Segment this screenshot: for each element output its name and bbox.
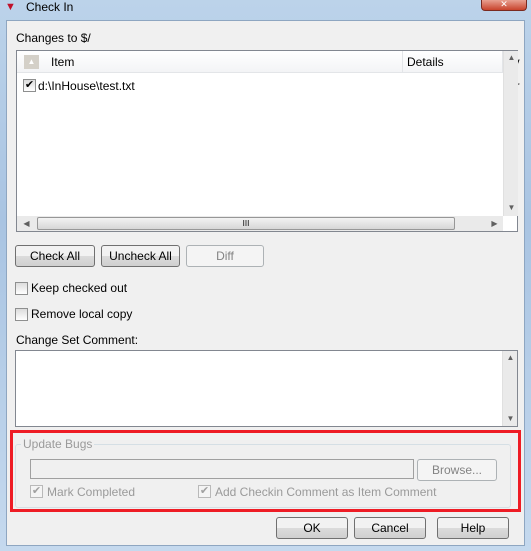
check-all-button[interactable]: Check All (15, 245, 95, 267)
update-bugs-title: Update Bugs (21, 437, 95, 451)
app-icon: ▼ (5, 1, 16, 13)
scroll-up-icon[interactable]: ▲ (504, 53, 519, 62)
item-path: d:\InHouse\test.txt (38, 79, 135, 93)
scroll-left-icon[interactable]: ◀ (19, 219, 34, 228)
comment-textarea[interactable]: ▲ ▼ (15, 350, 518, 427)
changes-label: Changes to $/ (16, 31, 91, 45)
comment-scrollbar[interactable]: ▲ ▼ (502, 351, 517, 426)
help-button[interactable]: Help (437, 517, 509, 539)
column-details[interactable]: Details (403, 51, 503, 73)
add-comment-checkbox[interactable]: ✔ (198, 485, 211, 498)
bugs-input[interactable] (30, 459, 414, 479)
mark-completed-label: Mark Completed (47, 485, 136, 499)
keep-checked-out-checkbox[interactable] (15, 282, 28, 295)
cancel-button[interactable]: Cancel (354, 517, 426, 539)
keep-checked-out-label: Keep checked out (31, 281, 128, 295)
scroll-right-icon[interactable]: ▶ (487, 219, 502, 228)
scroll-thumb[interactable]: III (37, 217, 455, 230)
remove-local-copy-label: Remove local copy (31, 307, 133, 321)
changes-list[interactable]: ▲ Item Details Ty ✔ d:\InHouse\test.txt … (16, 50, 520, 232)
scroll-down-icon[interactable]: ▼ (504, 203, 519, 212)
close-button[interactable]: ✕ (481, 0, 527, 11)
column-item[interactable]: Item (47, 51, 403, 73)
vertical-scrollbar[interactable]: ▲ ▼ (503, 51, 518, 216)
add-comment-label: Add Checkin Comment as Item Comment (215, 485, 437, 499)
comment-label: Change Set Comment: (16, 333, 139, 347)
list-item[interactable]: ✔ d:\InHouse\test.txt Ur (17, 78, 520, 94)
ok-button[interactable]: OK (276, 517, 348, 539)
browse-button[interactable]: Browse... (417, 459, 497, 481)
scroll-down-icon[interactable]: ▼ (503, 414, 518, 423)
remove-local-copy-checkbox[interactable] (15, 308, 28, 321)
scroll-up-icon[interactable]: ▲ (503, 353, 518, 362)
item-checkbox[interactable]: ✔ (23, 79, 36, 92)
horizontal-scrollbar[interactable]: ◀ III ▶ (17, 216, 503, 231)
mark-completed-checkbox[interactable]: ✔ (30, 485, 43, 498)
close-icon: ✕ (500, 0, 508, 9)
sort-icon[interactable]: ▲ (24, 55, 39, 69)
list-header: ▲ Item Details Ty (17, 51, 520, 73)
uncheck-all-button[interactable]: Uncheck All (101, 245, 180, 267)
diff-button[interactable]: Diff (186, 245, 264, 267)
window-title: Check In (26, 0, 74, 14)
